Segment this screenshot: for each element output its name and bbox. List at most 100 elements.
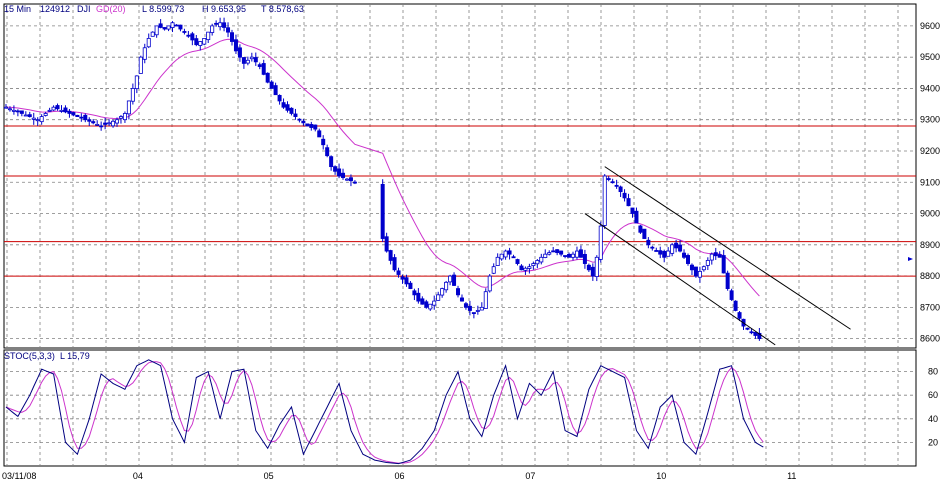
- candle-body: [245, 59, 250, 64]
- candle-body: [265, 72, 270, 83]
- dji-intraday-chart: 8600 8700 8800 8900 9000 9100 9200 9300 9400 9500…: [0, 0, 944, 484]
- candle-body: [626, 198, 631, 207]
- candle-body: [721, 255, 726, 274]
- candle-body: [174, 24, 179, 27]
- candle-body: [103, 122, 108, 125]
- candle-body: [202, 38, 207, 45]
- candle-body: [237, 47, 242, 58]
- candle-body: [63, 107, 68, 113]
- candle-body: [586, 264, 591, 271]
- candle-body: [138, 56, 143, 74]
- candle-body: [257, 64, 262, 67]
- candle-body: [519, 265, 524, 271]
- candle-body: [642, 228, 647, 239]
- candle-body: [95, 124, 100, 126]
- candle-body: [479, 306, 484, 311]
- candle-body: [269, 81, 274, 89]
- candle-body: [67, 110, 72, 114]
- candle-body: [555, 249, 560, 254]
- candle-body: [733, 300, 738, 311]
- candle-body: [400, 276, 405, 280]
- candle-body: [614, 184, 619, 187]
- candle-body: [35, 119, 40, 122]
- candle-body: [559, 250, 564, 255]
- candle-body: [59, 109, 64, 112]
- candle-body: [574, 250, 579, 258]
- candle-body: [709, 253, 714, 261]
- candle-body: [610, 181, 615, 184]
- candle-body: [392, 257, 397, 271]
- candle-body: [416, 292, 421, 302]
- candle-body: [194, 38, 199, 46]
- candle-body: [158, 23, 163, 28]
- candle-body: [539, 256, 544, 263]
- candle-body: [214, 22, 219, 25]
- candle-body: [491, 266, 496, 274]
- candle-body: [487, 275, 492, 292]
- candle-body: [83, 114, 88, 121]
- price-tick-label: 9300: [920, 115, 940, 125]
- candle-body: [309, 124, 314, 128]
- candle-body: [749, 331, 754, 334]
- candle-body: [527, 266, 532, 269]
- candle-body: [420, 298, 425, 305]
- candle-body: [467, 305, 472, 311]
- candle-body: [412, 290, 417, 296]
- candle-body: [507, 250, 512, 255]
- candle-body: [697, 270, 702, 278]
- price-tick-label: 9500: [920, 52, 940, 62]
- candle-body: [701, 266, 706, 271]
- candle-body: [380, 183, 385, 239]
- candle-body: [547, 252, 552, 255]
- candle-body: [682, 252, 687, 258]
- candle-body: [511, 256, 516, 259]
- candle-body: [186, 34, 191, 37]
- candle-body: [126, 100, 131, 115]
- candle-body: [535, 260, 540, 265]
- date-tick-label: 05: [264, 471, 274, 481]
- candle-body: [658, 250, 663, 255]
- candle-body: [7, 108, 12, 111]
- candle-body: [3, 106, 8, 109]
- candle-body: [543, 253, 548, 258]
- candle-body: [285, 104, 290, 111]
- candle-body: [122, 113, 127, 121]
- candle-body: [241, 57, 246, 64]
- candle-body: [170, 22, 175, 28]
- candle-body: [277, 94, 282, 102]
- candle-body: [162, 27, 167, 30]
- candle-body: [452, 274, 457, 286]
- candle-body: [182, 31, 187, 33]
- price-tick-label: 9600: [920, 21, 940, 31]
- price-tick-label: 8800: [920, 271, 940, 281]
- candle-body: [71, 112, 76, 116]
- candle-body: [107, 122, 112, 125]
- price-tick-label: 8900: [920, 240, 940, 250]
- candle-body: [618, 186, 623, 193]
- candle-body: [79, 116, 84, 119]
- candle-body: [226, 27, 231, 33]
- candle-body: [206, 31, 211, 41]
- candle-body: [388, 250, 393, 261]
- code-label: 124912: [40, 4, 70, 14]
- candle-body: [753, 331, 758, 336]
- candle-body: [717, 254, 722, 258]
- candle-body: [432, 300, 437, 306]
- candle-body: [51, 106, 56, 111]
- candle-body: [459, 297, 464, 302]
- candle-body: [190, 33, 195, 41]
- candle-body: [444, 281, 449, 291]
- candle-body: [23, 114, 28, 117]
- candle-body: [87, 119, 92, 122]
- symbol-label: DJI: [77, 4, 91, 14]
- candle-body: [130, 88, 135, 102]
- price-tick-label: 9000: [920, 209, 940, 219]
- candle-body: [154, 25, 159, 36]
- candle-body: [713, 252, 718, 257]
- candle-body: [75, 114, 80, 117]
- candle-body: [15, 110, 20, 113]
- candle-body: [630, 207, 635, 214]
- high-label: H 9.653,95: [202, 4, 246, 14]
- candle-body: [598, 225, 603, 260]
- candle-body: [404, 277, 409, 285]
